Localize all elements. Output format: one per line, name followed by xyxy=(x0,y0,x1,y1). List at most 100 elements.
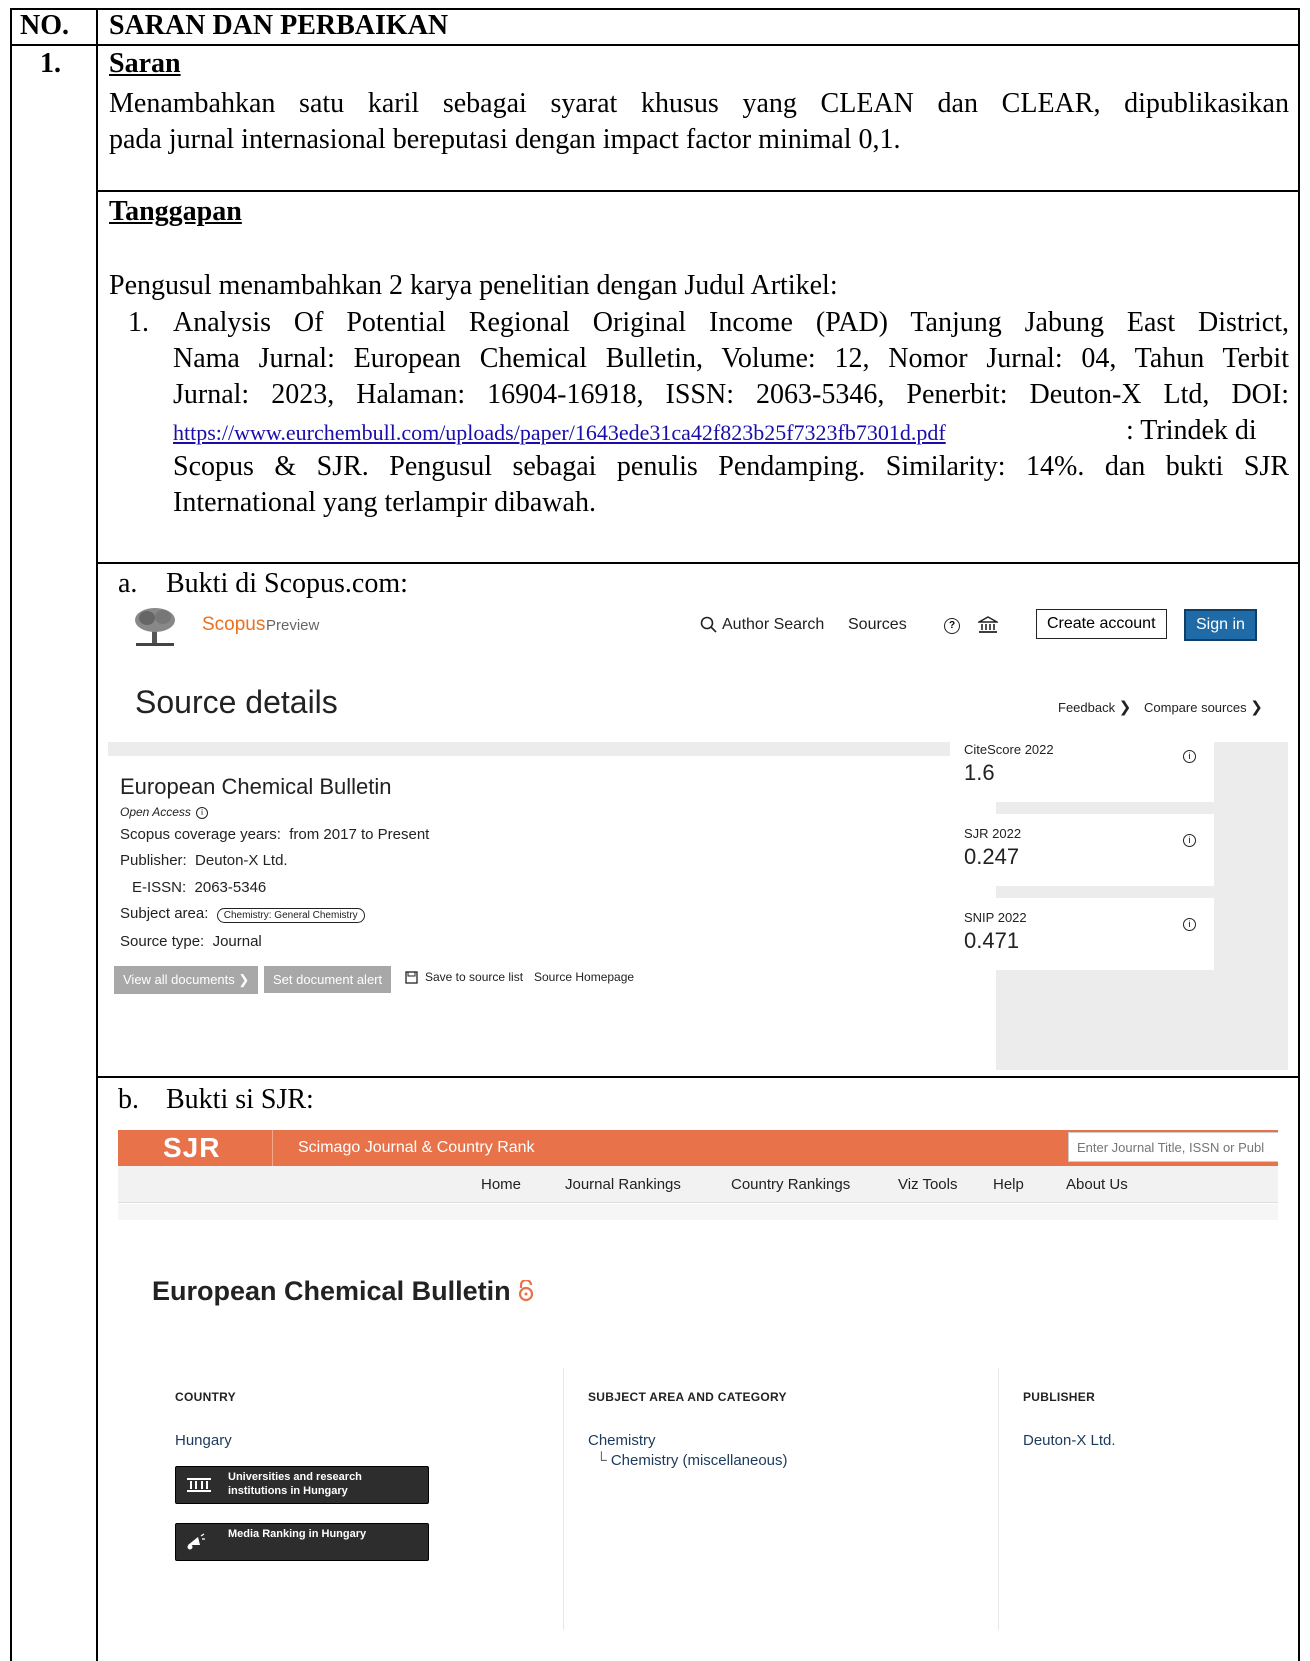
create-account-button[interactable]: Create account xyxy=(1036,609,1167,639)
publisher-value[interactable]: Deuton-X Ltd. xyxy=(1023,1432,1116,1449)
open-access-label: Open Access xyxy=(120,805,191,819)
info-icon[interactable]: i xyxy=(1183,834,1196,847)
header-title: SARAN DAN PERBAIKAN xyxy=(109,10,449,41)
chevron-right-icon: ❯ xyxy=(1250,699,1263,716)
menu-viz-tools[interactable]: Viz Tools xyxy=(898,1176,957,1193)
tanggapan-heading: Tanggapan xyxy=(109,196,242,227)
menu-help[interactable]: Help xyxy=(993,1176,1024,1193)
snip-label: SNIP 2022 xyxy=(964,910,1027,925)
saran-line-1: Menambahkan satu karil sebagai syarat kh… xyxy=(109,88,1289,119)
institution-icon xyxy=(187,1478,211,1492)
coverage-label: Scopus coverage years: xyxy=(120,826,281,843)
universities-label-2: institutions in Hungary xyxy=(228,1485,348,1497)
sjr-logo-divider xyxy=(272,1130,273,1166)
tanggapan-line-3: Jurnal: 2023, Halaman: 16904-16918, ISSN… xyxy=(173,379,1289,410)
publisher-label: Publisher: xyxy=(120,852,187,869)
info-icon[interactable]: i xyxy=(196,807,208,819)
source-type-row: Source type: Journal xyxy=(120,933,262,950)
author-search-link[interactable]: Author Search xyxy=(722,616,824,634)
subject-area-value[interactable]: Chemistry xyxy=(588,1432,656,1449)
sjr-screenshot: SJR Scimago Journal & Country Rank Home … xyxy=(118,1130,1278,1661)
institution-icon[interactable] xyxy=(978,616,998,634)
sjr-site-name: Scimago Journal & Country Rank xyxy=(298,1139,535,1156)
publisher-heading: PUBLISHER xyxy=(1023,1390,1096,1404)
country-value[interactable]: Hungary xyxy=(175,1432,232,1449)
subject-category-text: Chemistry (miscellaneous) xyxy=(610,1452,788,1469)
tanggapan-intro: Pengusul menambahkan 2 karya penelitian … xyxy=(109,270,838,301)
open-access-icon xyxy=(518,1278,534,1302)
column-divider-1 xyxy=(563,1368,564,1630)
info-icon[interactable]: i xyxy=(1183,918,1196,931)
country-heading: COUNTRY xyxy=(175,1390,236,1404)
menu-journal-rankings[interactable]: Journal Rankings xyxy=(565,1176,681,1193)
media-ranking-label: Media Ranking in Hungary xyxy=(228,1528,367,1540)
feedback-link[interactable]: Feedback ❯ xyxy=(1058,698,1131,716)
saran-line-2: pada jurnal internasional bereputasi den… xyxy=(109,124,901,155)
source-type-label: Source type: xyxy=(120,933,205,950)
save-icon[interactable] xyxy=(405,971,418,984)
source-details-title: Source details xyxy=(135,684,338,720)
sjr-value: 0.247 xyxy=(964,844,1020,869)
search-icon[interactable] xyxy=(700,616,718,639)
saran-heading: Saran xyxy=(109,48,181,79)
view-all-documents-button[interactable]: View all documents ❯ xyxy=(114,966,259,994)
row-number: 1. xyxy=(40,48,61,79)
tanggapan-line-2: Nama Jurnal: European Chemical Bulletin,… xyxy=(173,343,1289,374)
tanggapan-line-6: International yang terlampir dibawah. xyxy=(173,487,596,518)
table-header-divider xyxy=(10,44,1300,46)
help-icon[interactable]: ? xyxy=(944,618,960,634)
source-homepage-link[interactable]: Source Homepage xyxy=(534,970,634,984)
citescore-label: CiteScore 2022 xyxy=(964,742,1054,757)
proof-a-text: Bukti di Scopus.com: xyxy=(166,568,408,599)
snip-card: SNIP 2022 0.471 i xyxy=(950,898,1214,970)
citescore-card: CiteScore 2022 1.6 i xyxy=(950,730,1214,802)
column-divider-2 xyxy=(998,1368,999,1630)
compare-label: Compare sources xyxy=(1144,700,1247,715)
info-icon[interactable]: i xyxy=(1183,750,1196,763)
compare-sources-link[interactable]: Compare sources ❯ xyxy=(1144,698,1263,716)
scopus-brand-sub: Preview xyxy=(266,617,320,634)
menu-about-us[interactable]: About Us xyxy=(1066,1176,1128,1193)
tanggapan-divider xyxy=(96,562,1300,564)
header-no: NO. xyxy=(20,10,69,41)
subject-label: Subject area: xyxy=(120,905,209,922)
menu-home[interactable]: Home xyxy=(481,1176,521,1193)
table-col-divider xyxy=(96,8,98,1661)
subject-chip[interactable]: Chemistry: General Chemistry xyxy=(216,908,365,923)
universities-label-1: Universities and research xyxy=(228,1471,362,1483)
menu-country-rankings[interactable]: Country Rankings xyxy=(731,1176,850,1193)
eissn-label: E-ISSN: xyxy=(132,879,187,896)
feedback-label: Feedback xyxy=(1058,700,1116,715)
sign-in-button[interactable]: Sign in xyxy=(1184,609,1257,641)
chevron-right-icon: ❯ xyxy=(1118,699,1132,716)
tree-branch-icon: └ xyxy=(596,1452,607,1469)
media-ranking-button[interactable]: Media Ranking in Hungary xyxy=(175,1523,429,1561)
doi-trailing-text: : Trindek di xyxy=(1126,415,1257,446)
scopus-brand[interactable]: Scopus xyxy=(202,614,265,636)
journal-search-input[interactable] xyxy=(1068,1132,1278,1162)
doi-link[interactable]: https://www.eurchembull.com/uploads/pape… xyxy=(173,420,946,446)
publisher-value: Deuton-X Ltd. xyxy=(195,852,288,869)
proof-b-text: Bukti si SJR: xyxy=(166,1084,314,1115)
save-to-source-list-link[interactable]: Save to source list xyxy=(425,970,523,984)
subject-row: Subject area: Chemistry: General Chemist… xyxy=(120,905,365,923)
view-all-label: View all documents xyxy=(123,972,235,987)
sources-link[interactable]: Sources xyxy=(848,616,907,634)
elsevier-tree-logo xyxy=(135,608,175,646)
sjr-subbar xyxy=(118,1204,1278,1220)
universities-button[interactable]: Universities and research institutions i… xyxy=(175,1466,429,1504)
tanggapan-line-1: Analysis Of Potential Regional Original … xyxy=(173,307,1289,338)
snip-value: 0.471 xyxy=(964,928,1020,953)
sjr-card: SJR 2022 0.247 i xyxy=(950,814,1214,886)
subject-category-value[interactable]: └ Chemistry (miscellaneous) xyxy=(596,1452,788,1469)
sjr-journal-title: European Chemical Bulletin xyxy=(152,1276,534,1307)
sjr-logo[interactable]: SJR xyxy=(163,1132,220,1164)
coverage-row: Scopus coverage years: from 2017 to Pres… xyxy=(120,826,429,843)
sjr-journal-title-text: European Chemical Bulletin xyxy=(152,1276,511,1306)
set-document-alert-button[interactable]: Set document alert xyxy=(264,966,392,993)
saran-divider xyxy=(96,190,1300,192)
proof-b-label: b. xyxy=(118,1084,139,1115)
subject-area-heading: SUBJECT AREA AND CATEGORY xyxy=(588,1390,787,1404)
megaphone-icon xyxy=(187,1533,205,1550)
coverage-value: from 2017 to Present xyxy=(289,826,430,843)
